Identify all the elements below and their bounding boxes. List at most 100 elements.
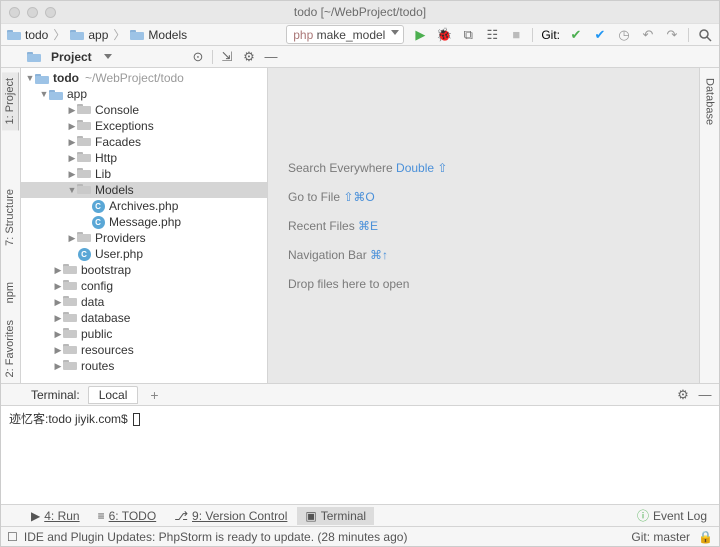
redo-icon[interactable]: ↷ (664, 27, 680, 43)
tree-node-app[interactable]: app (21, 86, 267, 102)
lock-icon[interactable]: 🔒 (698, 530, 713, 544)
separator (532, 28, 533, 42)
hide-panel-icon[interactable]: — (263, 49, 279, 65)
select-opened-file-icon[interactable]: ⊙ (190, 49, 206, 65)
tree-root-path: ~/WebProject/todo (85, 71, 184, 85)
todo-icon: ≡ (98, 509, 105, 523)
tree-node[interactable]: database (21, 310, 267, 326)
tree-node-label: Lib (95, 167, 111, 181)
coverage-button[interactable]: ⧉ (460, 27, 476, 43)
tool-tab-structure[interactable]: 7: Structure (2, 183, 19, 252)
editor-empty-state: Search Everywhere Double ⇧ Go to File ⇧⌘… (268, 68, 699, 383)
expand-icon[interactable] (67, 233, 77, 244)
stop-button[interactable]: ■ (508, 27, 524, 43)
expand-icon[interactable] (53, 281, 63, 292)
expand-all-icon[interactable]: ⇲ (219, 49, 235, 65)
tree-node[interactable]: Models (21, 182, 267, 198)
tree-node[interactable]: public (21, 326, 267, 342)
folder-icon (63, 295, 77, 306)
folder-icon (35, 73, 49, 84)
expand-icon[interactable] (53, 265, 63, 276)
tree-node[interactable]: Providers (21, 230, 267, 246)
tree-node[interactable]: data (21, 294, 267, 310)
tree-node[interactable]: resources (21, 342, 267, 358)
tree-node[interactable]: config (21, 278, 267, 294)
expand-icon[interactable] (53, 329, 63, 340)
breadcrumb[interactable]: todo 〉 app 〉 Models (7, 26, 187, 43)
folder-icon (49, 89, 63, 100)
tree-node-label: Console (95, 103, 139, 117)
expand-icon[interactable] (53, 361, 63, 372)
tree-node-label: Models (95, 183, 134, 197)
breadcrumb-item[interactable]: todo (25, 28, 48, 42)
tree-node[interactable]: CMessage.php (21, 214, 267, 230)
main-area: 1: Project 7: Structure npm 2: Favorites… (1, 68, 719, 383)
expand-icon[interactable] (67, 169, 77, 180)
php-class-icon: C (78, 248, 91, 261)
tree-node[interactable]: Console (21, 102, 267, 118)
terminal-title: Terminal: (31, 388, 80, 402)
terminal-settings-icon[interactable]: ⚙ (675, 387, 691, 403)
folder-icon (77, 167, 91, 178)
expand-icon[interactable] (67, 153, 77, 164)
expand-icon[interactable] (25, 73, 35, 83)
tool-tab-terminal[interactable]: ▣Terminal (297, 507, 374, 525)
git-branch-label[interactable]: Git: master (631, 530, 690, 544)
folder-icon (77, 135, 91, 146)
run-button[interactable]: ▶ (412, 27, 428, 43)
expand-icon[interactable] (67, 105, 77, 116)
hint-recent-files: Recent Files ⌘E (288, 218, 378, 233)
tree-node[interactable]: routes (21, 358, 267, 374)
attach-button[interactable]: ☷ (484, 27, 500, 43)
expand-icon[interactable] (53, 297, 63, 308)
project-tree[interactable]: todo ~/WebProject/todo app ConsoleExcept… (21, 68, 267, 376)
undo-icon[interactable]: ↶ (640, 27, 656, 43)
hide-terminal-icon[interactable]: — (697, 387, 713, 403)
tool-tab-vcs[interactable]: ⎇9: Version Control (166, 507, 295, 525)
search-icon[interactable] (697, 27, 713, 43)
debug-button[interactable]: 🐞 (436, 27, 452, 43)
tool-tab-project[interactable]: 1: Project (2, 72, 19, 130)
tool-tab-todo[interactable]: ≡6: TODO (90, 507, 165, 525)
expand-icon[interactable] (67, 185, 77, 195)
hint-drop-files: Drop files here to open (288, 276, 409, 291)
tree-node[interactable]: Http (21, 150, 267, 166)
left-gutter: 1: Project 7: Structure npm 2: Favorites (1, 68, 21, 383)
status-message[interactable]: IDE and Plugin Updates: PhpStorm is read… (24, 530, 408, 544)
expand-icon[interactable] (53, 345, 63, 356)
tool-tab-npm[interactable]: npm (2, 276, 19, 309)
history-icon[interactable]: ◷ (616, 27, 632, 43)
new-terminal-button[interactable]: + (146, 387, 162, 403)
settings-icon[interactable]: ⚙ (241, 49, 257, 65)
tool-tab-favorites[interactable]: 2: Favorites (2, 314, 19, 383)
tree-node[interactable]: Lib (21, 166, 267, 182)
tree-node[interactable]: bootstrap (21, 262, 267, 278)
tree-node[interactable]: Facades (21, 134, 267, 150)
bottom-toolbar: ▶4: Run ≡6: TODO ⎇9: Version Control ▣Te… (1, 504, 719, 526)
tree-node[interactable]: Exceptions (21, 118, 267, 134)
expand-icon[interactable] (53, 313, 63, 324)
terminal-tab[interactable]: Local (88, 386, 139, 404)
project-tab-label[interactable]: Project (47, 50, 96, 64)
breadcrumb-item[interactable]: Models (148, 28, 187, 42)
tree-node[interactable]: CArchives.php (21, 198, 267, 214)
run-configuration-selector[interactable]: php make_model (286, 25, 404, 44)
git-commit-icon[interactable]: ✔ (568, 27, 584, 43)
chevron-down-icon[interactable] (104, 54, 112, 59)
tree-root[interactable]: todo ~/WebProject/todo (21, 70, 267, 86)
tool-tab-run[interactable]: ▶4: Run (23, 507, 88, 525)
tool-tab-database[interactable]: Database (702, 72, 718, 131)
expand-icon[interactable] (67, 121, 77, 132)
terminal-console[interactable]: 迹忆客:todo jiyik.com$ (1, 406, 719, 504)
terminal-header: Terminal: Local + ⚙ — (1, 384, 719, 406)
status-toggle-icon[interactable]: ☐ (7, 530, 18, 544)
breadcrumb-item[interactable]: app (88, 28, 108, 42)
event-log-button[interactable]: ⓘEvent Log (629, 505, 715, 526)
php-icon: php (293, 28, 313, 42)
git-update-icon[interactable]: ✔ (592, 27, 608, 43)
hint-go-to-file: Go to File ⇧⌘O (288, 189, 375, 204)
tree-node[interactable]: CUser.php (21, 246, 267, 262)
expand-icon[interactable] (39, 89, 49, 99)
expand-icon[interactable] (67, 137, 77, 148)
folder-icon (7, 29, 21, 40)
